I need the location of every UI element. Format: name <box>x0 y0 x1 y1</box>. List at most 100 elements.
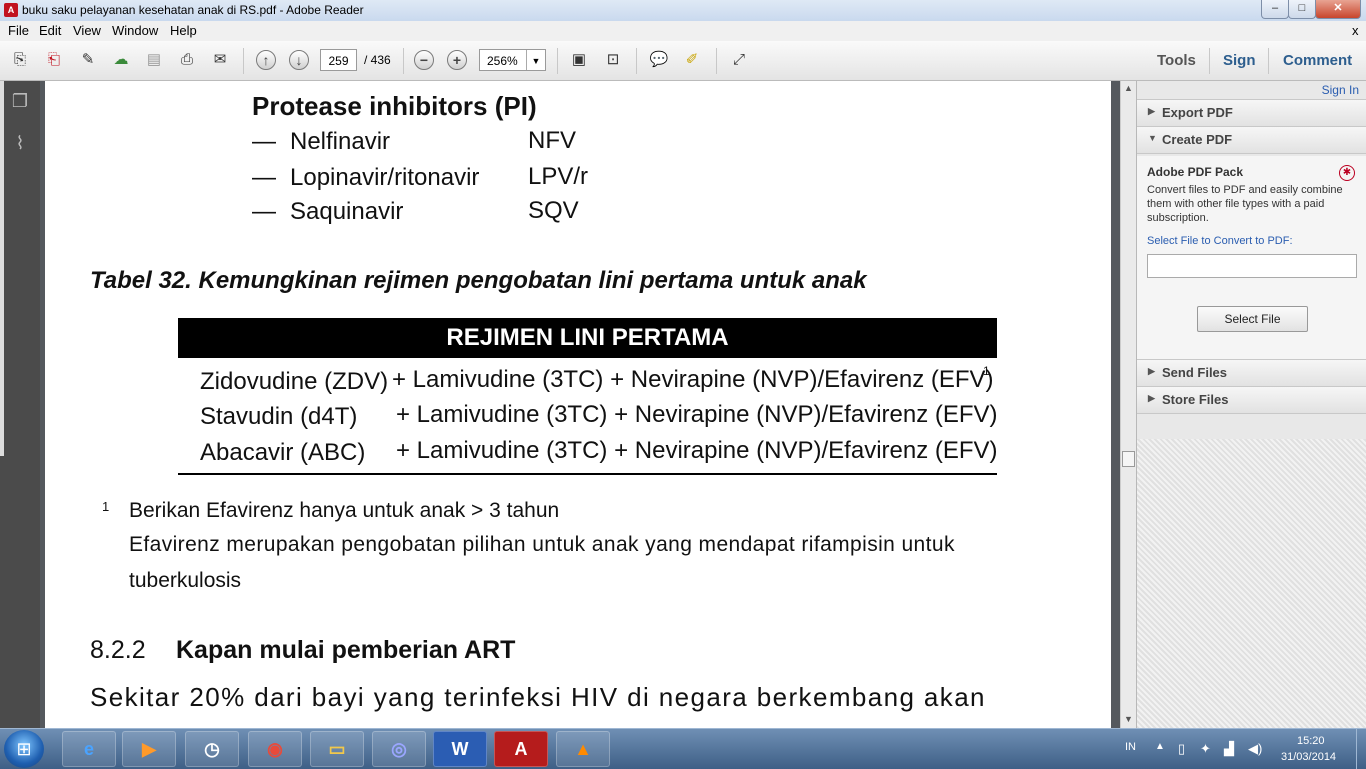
send-files-label: Send Files <box>1162 365 1228 380</box>
section-title: Kapan mulai pemberian ART <box>176 636 516 664</box>
send-files-section[interactable]: ▶ Send Files <box>1137 359 1366 387</box>
drug-abbr: NFV <box>528 127 576 154</box>
combine-files-icon[interactable]: ⎗ <box>43 49 65 71</box>
drug-dash: — <box>252 128 276 155</box>
tray-expand-icon[interactable]: ▲ <box>1155 741 1165 752</box>
footnote-line: Efavirenz merupakan pengobatan pilihan u… <box>129 533 955 556</box>
file-explorer-icon[interactable]: ▭ <box>310 731 364 767</box>
volume-icon[interactable]: ◀) <box>1248 741 1262 757</box>
save-icon[interactable]: ▤ <box>143 49 165 71</box>
footnote-line: Berikan Efavirenz hanya untuk anak > 3 t… <box>129 499 560 522</box>
store-files-label: Store Files <box>1162 392 1229 407</box>
language-indicator[interactable]: IN <box>1125 741 1136 753</box>
menu-file[interactable]: File <box>8 23 29 38</box>
chevron-down-icon[interactable]: ▼ <box>526 50 545 70</box>
document-view[interactable]: Protease inhibitors (PI) — Nelfinavir NF… <box>40 81 1120 728</box>
nav-edge <box>0 81 4 456</box>
pi-heading: Protease inhibitors (PI) <box>252 91 537 121</box>
zoom-select[interactable]: 256% ▼ <box>479 49 546 71</box>
close-button[interactable]: ✕ <box>1315 0 1361 19</box>
chrome-icon[interactable]: ◉ <box>248 731 302 767</box>
clock-date[interactable]: 31/03/2014 <box>1281 751 1336 763</box>
zoom-in-icon[interactable]: + <box>447 50 467 70</box>
pin-icon[interactable]: ✦ <box>1200 741 1211 757</box>
toolbar: ⎘ ⎗ ✎ ☁ ▤ ⎙ ✉ ↑ ↓ 259 / 436 − + 256% ▼ ▣… <box>0 41 1366 81</box>
highlight-icon[interactable]: ✐ <box>681 49 703 71</box>
edit-icon[interactable]: ✎ <box>77 49 99 71</box>
email-icon[interactable]: ✉ <box>209 49 231 71</box>
chevron-down-icon: ▼ <box>1148 133 1157 143</box>
export-pdf-section[interactable]: ▶ Export PDF <box>1137 99 1366 127</box>
clock-app-icon[interactable]: ◷ <box>185 731 239 767</box>
media-player-icon[interactable]: ▶ <box>122 731 176 767</box>
media-app-icon[interactable]: ◎ <box>372 731 426 767</box>
menu-help[interactable]: Help <box>170 23 197 38</box>
upload-icon[interactable]: ☁ <box>110 49 132 71</box>
internet-explorer-icon[interactable]: e <box>62 731 116 767</box>
create-pdf-section[interactable]: ▼ Create PDF <box>1137 126 1366 154</box>
file-path-input[interactable] <box>1147 254 1357 278</box>
show-desktop-button[interactable] <box>1356 729 1366 769</box>
previous-page-icon[interactable]: ↑ <box>256 50 276 70</box>
table-caption: Tabel 32. Kemungkinan rejimen pengobatan… <box>90 267 867 294</box>
menu-bar: File Edit View Window Help x <box>0 21 1366 41</box>
scroll-thumb[interactable] <box>1122 451 1135 467</box>
network-icon[interactable]: ▟ <box>1224 741 1234 757</box>
regimen-row-first: Abacavir (ABC) <box>200 439 366 466</box>
title-bar: A buku saku pelayanan kesehatan anak di … <box>0 0 1366 22</box>
footnote-marker: 1 <box>102 499 110 514</box>
clock-time[interactable]: 15:20 <box>1297 735 1325 747</box>
full-screen-icon[interactable]: ⤢ <box>728 49 750 71</box>
maximize-button[interactable]: □ <box>1288 0 1316 19</box>
chevron-right-icon: ▶ <box>1148 366 1155 376</box>
zoom-value: 256% <box>487 54 518 68</box>
next-page-icon[interactable]: ↓ <box>289 50 309 70</box>
scroll-down-icon[interactable]: ▼ <box>1124 714 1133 724</box>
start-button[interactable]: ⊞ <box>4 730 44 768</box>
pdf-pack-title: Adobe PDF Pack <box>1147 165 1244 179</box>
usb-icon[interactable]: ▯ <box>1178 741 1185 757</box>
word-icon[interactable]: W <box>433 731 487 767</box>
drug-dash: — <box>252 164 276 191</box>
fit-page-icon[interactable]: ▣ <box>568 49 590 71</box>
zoom-out-icon[interactable]: − <box>414 50 434 70</box>
export-pdf-label: Export PDF <box>1162 105 1233 120</box>
menu-view[interactable]: View <box>73 23 101 38</box>
pdf-pack-description: Convert files to PDF and easily combine … <box>1147 184 1343 224</box>
table-header: REJIMEN LINI PERTAMA <box>178 318 997 358</box>
select-file-label: Select File to Convert to PDF: <box>1147 235 1293 247</box>
sign-in-link[interactable]: Sign In <box>1322 83 1359 97</box>
table-bottom-rule <box>178 473 997 475</box>
tools-panel: Sign In ▶ Export PDF ▼ Create PDF Adobe … <box>1136 81 1366 728</box>
drug-name: Saquinavir <box>290 198 404 225</box>
drug-abbr: LPV/r <box>528 163 589 190</box>
attachments-icon[interactable]: ⌇ <box>8 131 32 155</box>
page-number-input[interactable]: 259 <box>320 49 357 71</box>
pdf-page: Protease inhibitors (PI) — Nelfinavir NF… <box>45 81 1111 728</box>
select-file-button[interactable]: Select File <box>1197 306 1308 332</box>
comment-icon[interactable]: 💬 <box>648 49 670 71</box>
scroll-up-icon[interactable]: ▲ <box>1124 83 1133 93</box>
minimize-button[interactable]: – <box>1261 0 1289 19</box>
fit-width-icon[interactable]: ⊡ <box>602 49 624 71</box>
store-files-section[interactable]: ▶ Store Files <box>1137 386 1366 414</box>
close-document-icon[interactable]: x <box>1352 23 1359 38</box>
window-title: buku saku pelayanan kesehatan anak di RS… <box>22 3 364 17</box>
vertical-scrollbar[interactable]: ▲ ▼ <box>1120 81 1137 728</box>
navigation-pane: ❐ ⌇ <box>0 81 40 728</box>
panel-empty-area <box>1137 439 1366 728</box>
regimen-row-rest: + Lamivudine (3TC) + Nevirapine (NVP)/Ef… <box>392 366 994 393</box>
menu-edit[interactable]: Edit <box>39 23 61 38</box>
pdf-pack-info-icon[interactable]: ✱ <box>1339 165 1355 181</box>
print-icon[interactable]: ⎙ <box>176 49 198 71</box>
comment-pane-button[interactable]: Comment <box>1283 52 1352 69</box>
vlc-icon[interactable]: ▲ <box>556 731 610 767</box>
pdf-pack-panel: Adobe PDF Pack ✱ Convert files to PDF an… <box>1137 156 1366 368</box>
create-pdf-icon[interactable]: ⎘ <box>9 49 31 71</box>
sign-pane-button[interactable]: Sign <box>1223 52 1256 69</box>
tools-pane-button[interactable]: Tools <box>1157 52 1196 69</box>
menu-window[interactable]: Window <box>112 23 158 38</box>
pages-icon[interactable]: ❐ <box>8 89 32 113</box>
table-header-label: REJIMEN LINI PERTAMA <box>446 324 729 351</box>
adobe-reader-icon[interactable]: A <box>494 731 548 767</box>
